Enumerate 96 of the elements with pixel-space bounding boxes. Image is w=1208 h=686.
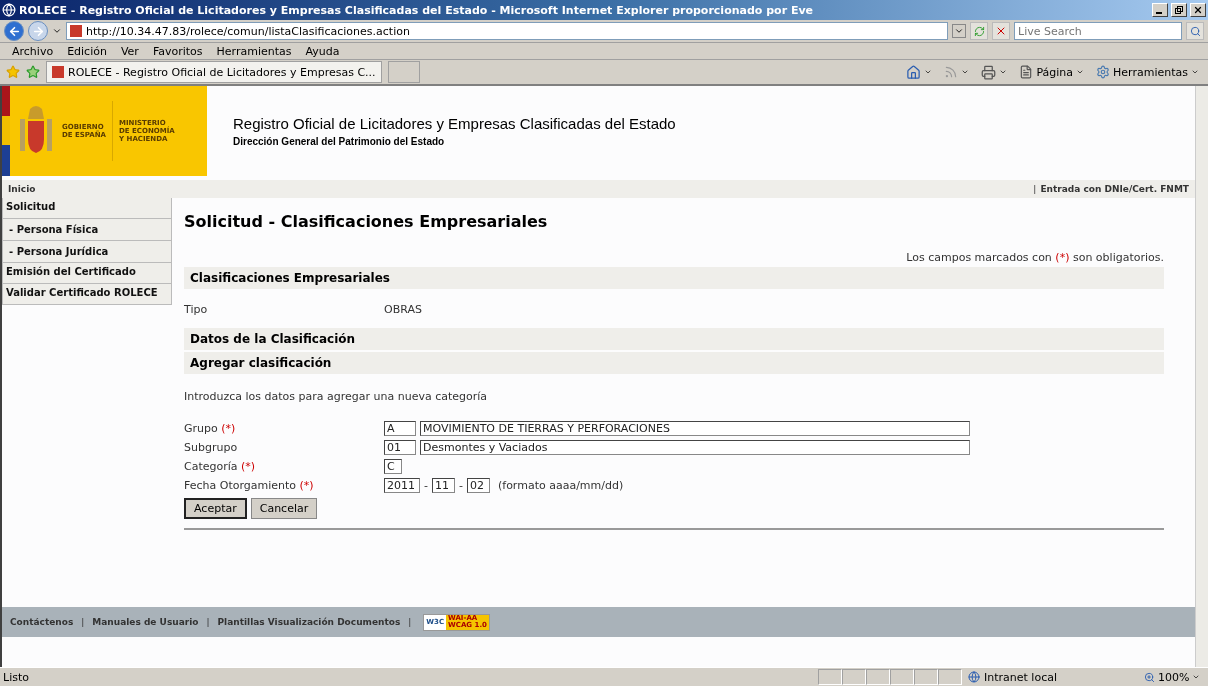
separator: | (408, 617, 412, 627)
cancel-button[interactable]: Cancelar (250, 498, 318, 519)
restore-icon (1175, 6, 1183, 14)
status-pane (938, 669, 962, 685)
zone-indicator: Intranet local (962, 670, 1138, 684)
field-label: Tipo (184, 303, 209, 316)
instruction-text: Introduzca los datos para agregar una nueva categoría (184, 389, 489, 405)
menu-item[interactable]: Archivo (6, 44, 62, 58)
date-separator: - (459, 479, 463, 492)
star-icon[interactable] (6, 65, 20, 79)
caret-icon (961, 68, 970, 76)
section-header: Agregar clasificación (184, 352, 1164, 374)
footer-link[interactable]: Manuales de Usuario (92, 617, 199, 627)
site-subtitle: Dirección General del Patrimonio del Estado (233, 136, 446, 147)
site-title: Registro Oficial de Licitadores y Empresas Clasificadas del Estado (233, 115, 676, 132)
search-icon (1189, 25, 1201, 37)
stop-button[interactable] (992, 22, 1010, 40)
zoom-icon (1144, 671, 1155, 683)
separator: | (1033, 184, 1037, 194)
restore-button[interactable] (1171, 3, 1187, 17)
browser-tab[interactable]: ROLECE - Registro Oficial de Licitadores y Empresas C... (46, 61, 382, 83)
caret-icon[interactable] (52, 26, 62, 36)
format-hint: (formato aaaa/mm/dd) (497, 479, 624, 492)
description-field[interactable]: MOVIMIENTO DE TIERRAS Y PERFORACIONES (420, 421, 970, 436)
home-icon[interactable] (906, 64, 922, 80)
caret-icon (1192, 673, 1201, 681)
caret-icon (1191, 68, 1199, 76)
window-title: ROLECE - Registro Oficial de Licitadores y Empresas Clasificadas del Estado - Microsoft Internet Explorer proporcionado por Eve (19, 3, 815, 17)
menu-item[interactable]: Edición (61, 44, 115, 58)
sidebar-item[interactable]: Emisión del Certificado (2, 263, 172, 284)
page-title: Solicitud - Clasificaciones Empresariales (184, 212, 549, 231)
date-separator: - (424, 479, 428, 492)
field-label: Fecha Otorgamiento (*) (184, 479, 315, 492)
footer-link[interactable]: Contáctenos (10, 617, 74, 627)
sidebar-item[interactable]: Validar Certificado ROLECE (2, 284, 172, 305)
refresh-button[interactable] (970, 22, 988, 40)
add-star-icon[interactable] (26, 65, 40, 79)
section-header: Clasificaciones Empresariales (184, 267, 1164, 289)
section-header: Datos de la Clasificación (184, 328, 1164, 350)
field-label: Grupo (*) (184, 422, 237, 435)
print-icon[interactable] (981, 64, 997, 80)
gear-icon (1096, 65, 1111, 79)
caret-icon (1076, 68, 1085, 76)
field-label: Categoría (*) (184, 460, 257, 473)
sidebar-item[interactable]: - Persona Física (2, 219, 172, 241)
sidebar-item[interactable]: Solicitud (2, 198, 172, 219)
status-pane (842, 669, 866, 685)
date-field[interactable]: 11 (432, 478, 455, 493)
caret-icon (954, 26, 964, 36)
zoom-button[interactable]: 100% (1138, 669, 1208, 685)
page-icon (1019, 65, 1034, 79)
field-value: OBRAS (384, 303, 422, 316)
status-text: Listo (2, 670, 30, 684)
code-field[interactable]: 01 (384, 440, 416, 455)
stop-icon (995, 25, 1007, 37)
close-button[interactable] (1190, 3, 1206, 17)
back-arrow-icon (7, 24, 21, 38)
site-icon (52, 66, 64, 78)
required-note: Los campos marcados con (*) son obligatorios. (906, 251, 1164, 264)
status-pane (890, 669, 914, 685)
minimize-button[interactable] (1152, 3, 1168, 17)
close-icon (1193, 5, 1203, 15)
status-pane (914, 669, 938, 685)
menu-item[interactable]: Favoritos (146, 44, 211, 58)
category-field[interactable]: C (384, 459, 402, 474)
sidebar-item[interactable]: - Persona Jurídica (2, 241, 172, 263)
accept-button[interactable]: Aceptar (184, 498, 247, 519)
forward-button[interactable] (28, 21, 48, 41)
menu-item[interactable]: Herramientas (210, 44, 300, 58)
separator: | (206, 617, 210, 627)
caret-icon (999, 68, 1008, 76)
menu-item[interactable]: Ayuda (299, 44, 348, 58)
command-button[interactable]: Herramientas (1093, 65, 1202, 79)
search-button[interactable] (1186, 22, 1204, 40)
field-label: Subgrupo (184, 441, 239, 454)
description-field[interactable]: Desmontes y Vaciados (420, 440, 970, 455)
refresh-icon (973, 25, 985, 37)
menu-item[interactable]: Ver (114, 44, 147, 58)
globe-icon (968, 671, 980, 683)
search-field[interactable]: Live Search (1014, 22, 1182, 40)
dropdown-button[interactable] (952, 24, 966, 38)
forward-arrow-icon (31, 24, 45, 38)
command-button[interactable]: Página (1016, 65, 1088, 79)
separator: | (81, 617, 85, 627)
code-field[interactable]: A (384, 421, 416, 436)
login-link[interactable]: Entrada con DNIe/Cert. FNMT (1040, 184, 1189, 194)
site-icon (70, 25, 82, 37)
caret-icon (924, 68, 933, 76)
footer-link[interactable]: Plantillas Visualización Documentos (217, 617, 401, 627)
date-field[interactable]: 2011 (384, 478, 420, 493)
status-pane (818, 669, 842, 685)
date-field[interactable]: 02 (466, 478, 490, 493)
home-link[interactable]: Inicio (8, 184, 36, 194)
back-button[interactable] (4, 21, 24, 41)
status-pane (866, 669, 890, 685)
address-field[interactable]: http://10.34.47.83/rolece/comun/listaClasificaciones.action (66, 22, 948, 40)
